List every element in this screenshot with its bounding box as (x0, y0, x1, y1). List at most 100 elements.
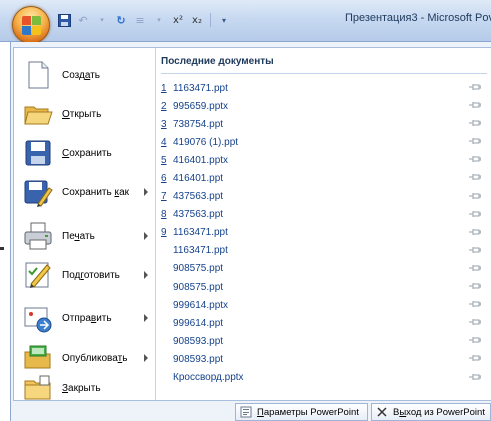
recent-document-item[interactable]: 9 1163471.ppt (161, 224, 487, 242)
recent-item-filename: 1163471.ppt (173, 227, 228, 239)
close-icon (376, 406, 388, 418)
office-menu-panel: Создать Открыть Сохранить Сохранить как … (13, 47, 491, 401)
options-icon (240, 406, 252, 418)
edge-mark (0, 247, 4, 250)
quick-access-toolbar: ↶ ▾ ↻ ≡ ▾ x² x₂ ▾ (56, 11, 232, 29)
recent-documents-header: Последние документы (161, 56, 487, 74)
menu-item-label: Открыть (62, 108, 102, 120)
recent-document-item[interactable]: 908575.ppt (161, 278, 487, 296)
exit-label: Выход из PowerPoint (393, 406, 485, 418)
window-title: Презентация3 - Microsoft Pov (345, 12, 491, 24)
save-icon (22, 137, 54, 169)
recent-document-item[interactable]: 2 995659.pptx (161, 97, 487, 115)
recent-document-item[interactable]: Кроссворд.pptx (161, 369, 487, 387)
pin-icon[interactable] (469, 282, 481, 290)
close-format-icon[interactable]: x₂ (189, 12, 205, 28)
pin-icon[interactable] (469, 373, 481, 381)
superscript-icon[interactable]: x² (170, 12, 186, 28)
pin-icon[interactable] (469, 246, 481, 254)
menu-item-send[interactable]: Отправить (18, 299, 154, 337)
menu-bottom-bar: Параметры PowerPoint Выход из PowerPoint (11, 403, 491, 421)
recent-item-number: 4 (161, 136, 167, 148)
exit-powerpoint-button[interactable]: Выход из PowerPoint (371, 403, 491, 421)
menu-item-save-as[interactable]: Сохранить как (18, 173, 154, 211)
recent-document-item[interactable]: 1 1163471.ppt (161, 79, 487, 97)
recent-item-filename: 908575.ppt (173, 263, 224, 275)
recent-item-number: 6 (161, 173, 167, 185)
redo-icon[interactable]: ↻ (113, 12, 129, 28)
menu-item-label: Закрыть (62, 382, 101, 394)
recent-item-number: 8 (161, 209, 167, 221)
open-folder-icon (22, 98, 54, 130)
submenu-arrow-icon (144, 271, 148, 279)
commands-column: Создать Открыть Сохранить Сохранить как … (14, 48, 156, 400)
recent-document-item[interactable]: 908575.ppt (161, 260, 487, 278)
recent-item-filename: 738754.ppt (173, 118, 224, 130)
pin-icon[interactable] (469, 210, 481, 218)
pin-icon[interactable] (469, 119, 481, 127)
recent-item-number: 5 (161, 154, 167, 166)
recent-item-filename: 908593.ppt (173, 353, 224, 365)
recent-item-filename: 419076 (1).ppt (173, 136, 239, 148)
recent-item-filename: 908593.ppt (173, 335, 224, 347)
recent-document-item[interactable]: 908593.ppt (161, 332, 487, 350)
recent-item-filename: 999614.pptx (173, 299, 229, 311)
pin-icon[interactable] (469, 318, 481, 326)
menu-item-label: Создать (62, 69, 101, 81)
printer-icon (22, 220, 54, 252)
menu-item-save[interactable]: Сохранить (18, 134, 154, 172)
left-edge (0, 42, 10, 421)
pin-icon[interactable] (469, 264, 481, 272)
powerpoint-options-button[interactable]: Параметры PowerPoint (235, 403, 368, 421)
menu-item-open[interactable]: Открыть (18, 95, 154, 133)
recent-document-item[interactable]: 999614.ppt (161, 314, 487, 332)
menu-item-close[interactable]: Закрыть (18, 369, 154, 407)
undo-icon[interactable]: ↶ (75, 12, 91, 28)
office-menu: Создать Открыть Сохранить Сохранить как … (10, 42, 491, 421)
recent-document-item[interactable]: 7 437563.ppt (161, 188, 487, 206)
pin-icon[interactable] (469, 101, 481, 109)
recent-documents-list: 1 1163471.ppt 2 995659.pptx 3 738754.ppt 4 4190… (161, 79, 487, 387)
menu-item-print[interactable]: Печать (18, 217, 154, 255)
pin-icon[interactable] (469, 300, 481, 308)
recent-document-item[interactable]: 4 419076 (1).ppt (161, 133, 487, 151)
recent-item-filename: 908575.ppt (173, 281, 224, 293)
pin-icon[interactable] (469, 137, 481, 145)
menu-item-label: Сохранить как (62, 186, 130, 198)
chevron-down-icon[interactable]: ▾ (151, 12, 167, 28)
submenu-arrow-icon (144, 188, 148, 196)
pin-icon[interactable] (469, 228, 481, 236)
recent-item-filename: Кроссворд.pptx (173, 372, 244, 384)
menu-item-label: Отправить (62, 312, 112, 324)
recent-item-number: 3 (161, 118, 167, 130)
pin-icon[interactable] (469, 155, 481, 163)
office-button[interactable] (12, 6, 50, 44)
save-icon[interactable] (56, 12, 72, 28)
pin-icon[interactable] (469, 192, 481, 200)
recent-document-item[interactable]: 8 437563.ppt (161, 206, 487, 224)
bullets-icon[interactable]: ≡ (132, 12, 148, 28)
menu-item-new[interactable]: Создать (18, 56, 154, 94)
menu-item-prepare[interactable]: Подготовить (18, 256, 154, 294)
recent-document-item[interactable]: 3 738754.ppt (161, 115, 487, 133)
recent-document-item[interactable]: 908593.ppt (161, 350, 487, 368)
recent-item-filename: 416401.pptx (173, 154, 229, 166)
pin-icon[interactable] (469, 336, 481, 344)
recent-document-item[interactable]: 1163471.ppt (161, 242, 487, 260)
submenu-arrow-icon (144, 354, 148, 362)
recent-item-number: 9 (161, 227, 167, 239)
recent-document-item[interactable]: 999614.pptx (161, 296, 487, 314)
customize-icon[interactable]: ▾ (216, 12, 232, 28)
recent-item-filename: 995659.pptx (173, 100, 229, 112)
pin-icon[interactable] (469, 83, 481, 91)
recent-documents-panel: Последние документы 1 1163471.ppt 2 995659.… (157, 48, 491, 400)
submenu-arrow-icon (144, 232, 148, 240)
qat-separator (210, 13, 211, 27)
pin-icon[interactable] (469, 173, 481, 181)
recent-item-number: 1 (161, 82, 167, 94)
options-label: Параметры PowerPoint (257, 406, 359, 418)
recent-document-item[interactable]: 5 416401.pptx (161, 151, 487, 169)
chevron-down-icon[interactable]: ▾ (94, 12, 110, 28)
pin-icon[interactable] (469, 354, 481, 362)
recent-document-item[interactable]: 6 416401.ppt (161, 169, 487, 187)
